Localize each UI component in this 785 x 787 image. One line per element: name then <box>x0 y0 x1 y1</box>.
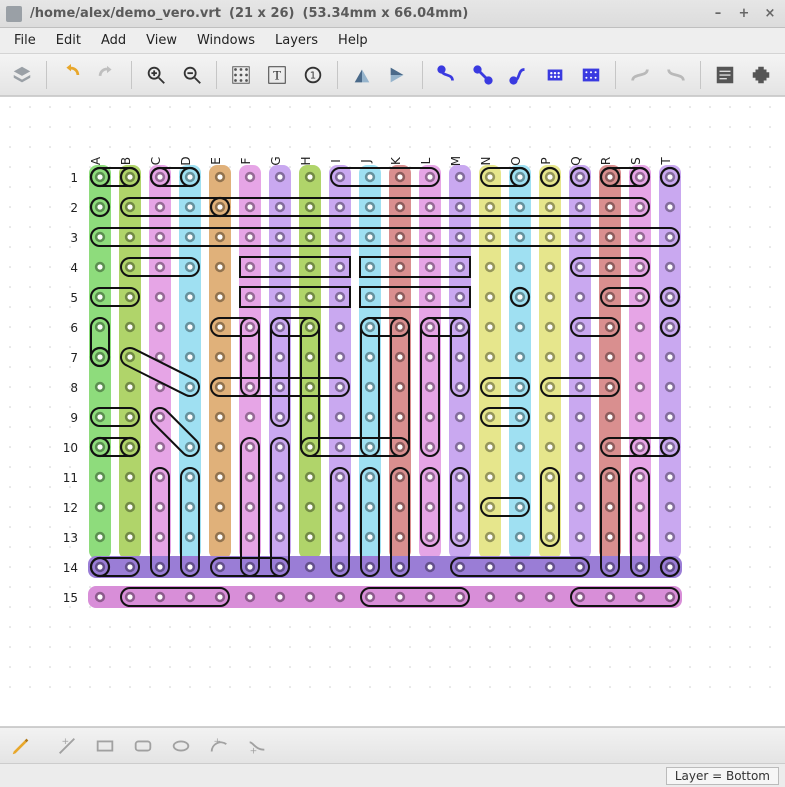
svg-text:+: + <box>250 745 258 756</box>
svg-text:13: 13 <box>63 531 78 545</box>
svg-text:2: 2 <box>70 201 78 215</box>
app-icon <box>6 6 22 22</box>
menu-edit[interactable]: Edit <box>46 28 91 53</box>
svg-text:7: 7 <box>70 351 78 365</box>
component-icon[interactable] <box>745 59 777 91</box>
ic-1-icon[interactable] <box>539 59 571 91</box>
svg-text:O: O <box>509 156 523 165</box>
svg-text:8: 8 <box>70 381 78 395</box>
track-b-icon[interactable] <box>660 59 692 91</box>
svg-text:Q: Q <box>569 156 583 165</box>
svg-text:M: M <box>449 156 463 166</box>
svg-text:D: D <box>179 156 193 165</box>
canvas-area[interactable]: ABCDEFGHIJKLMNOPQRST12345678910111213141… <box>0 96 785 727</box>
ellipse-icon[interactable] <box>166 732 196 760</box>
svg-text:K: K <box>389 156 403 165</box>
svg-text:T: T <box>273 68 281 82</box>
svg-text:N: N <box>479 157 493 166</box>
svg-text:P: P <box>539 157 553 164</box>
svg-text:15: 15 <box>63 591 78 605</box>
svg-text:R: R <box>599 157 613 165</box>
statusbar: Layer = Bottom <box>0 763 785 787</box>
schematic-icon[interactable] <box>709 59 741 91</box>
svg-text:3: 3 <box>70 231 78 245</box>
svg-text:14: 14 <box>63 561 78 575</box>
svg-text:10: 10 <box>63 441 78 455</box>
layers-icon[interactable] <box>6 59 38 91</box>
svg-text:4: 4 <box>70 261 78 275</box>
layer-indicator[interactable]: Layer = Bottom <box>666 767 779 785</box>
net-a-icon[interactable] <box>431 59 463 91</box>
menu-help[interactable]: Help <box>328 28 378 53</box>
svg-text:T: T <box>659 157 673 166</box>
svg-text:C: C <box>149 157 163 165</box>
maximize-button[interactable]: + <box>735 5 753 23</box>
svg-text:J: J <box>359 159 373 164</box>
net-b-icon[interactable] <box>467 59 499 91</box>
svg-text:A: A <box>89 156 103 165</box>
menubar: File Edit Add View Windows Layers Help <box>0 28 785 54</box>
line-icon[interactable]: + <box>52 732 82 760</box>
redo-icon[interactable] <box>91 59 123 91</box>
arc-a-icon[interactable]: + <box>204 732 234 760</box>
svg-text:S: S <box>629 157 643 165</box>
menu-file[interactable]: File <box>4 28 46 53</box>
svg-text:11: 11 <box>63 471 78 485</box>
svg-text:E: E <box>209 157 223 165</box>
arc-b-icon[interactable]: + <box>242 732 272 760</box>
track-a-icon[interactable] <box>624 59 656 91</box>
menu-windows[interactable]: Windows <box>187 28 265 53</box>
mirror-h-icon[interactable] <box>346 59 378 91</box>
svg-text:5: 5 <box>70 291 78 305</box>
grid-icon[interactable] <box>225 59 257 91</box>
svg-text:L: L <box>419 157 433 164</box>
menu-view[interactable]: View <box>136 28 187 53</box>
svg-text:+: + <box>214 736 222 747</box>
pencil-icon[interactable] <box>6 732 36 760</box>
svg-text:B: B <box>119 157 133 165</box>
svg-text:H: H <box>299 156 313 165</box>
svg-text:9: 9 <box>70 411 78 425</box>
menu-add[interactable]: Add <box>91 28 136 53</box>
net-c-icon[interactable] <box>503 59 535 91</box>
zoom-in-icon[interactable] <box>140 59 172 91</box>
menu-layers[interactable]: Layers <box>265 28 328 53</box>
svg-text:+: + <box>62 736 70 747</box>
rect-round-icon[interactable] <box>128 732 158 760</box>
titlebar: /home/alex/demo_vero.vrt (21 x 26) (53.3… <box>0 0 785 28</box>
title-path: /home/alex/demo_vero.vrt <box>30 6 221 21</box>
svg-text:F: F <box>239 157 253 164</box>
minimize-button[interactable]: – <box>709 5 727 23</box>
svg-text:1: 1 <box>310 70 316 81</box>
main-toolbar: T 1 <box>0 54 785 96</box>
board[interactable]: ABCDEFGHIJKLMNOPQRST12345678910111213141… <box>60 147 740 687</box>
svg-text:1: 1 <box>70 171 78 185</box>
svg-text:I: I <box>329 159 343 163</box>
mirror-v-icon[interactable] <box>382 59 414 91</box>
svg-text:6: 6 <box>70 321 78 335</box>
ic-2-icon[interactable] <box>575 59 607 91</box>
zoom-out-icon[interactable] <box>176 59 208 91</box>
svg-text:G: G <box>269 156 283 165</box>
bottom-toolbar: + + + <box>0 727 785 763</box>
rect-icon[interactable] <box>90 732 120 760</box>
title-dims: (53.34mm x 66.04mm) <box>303 6 469 21</box>
text-icon[interactable]: T <box>261 59 293 91</box>
title-grid: (21 x 26) <box>229 6 295 21</box>
close-button[interactable]: × <box>761 5 779 23</box>
pin-icon[interactable]: 1 <box>297 59 329 91</box>
undo-icon[interactable] <box>55 59 87 91</box>
svg-text:12: 12 <box>63 501 78 515</box>
